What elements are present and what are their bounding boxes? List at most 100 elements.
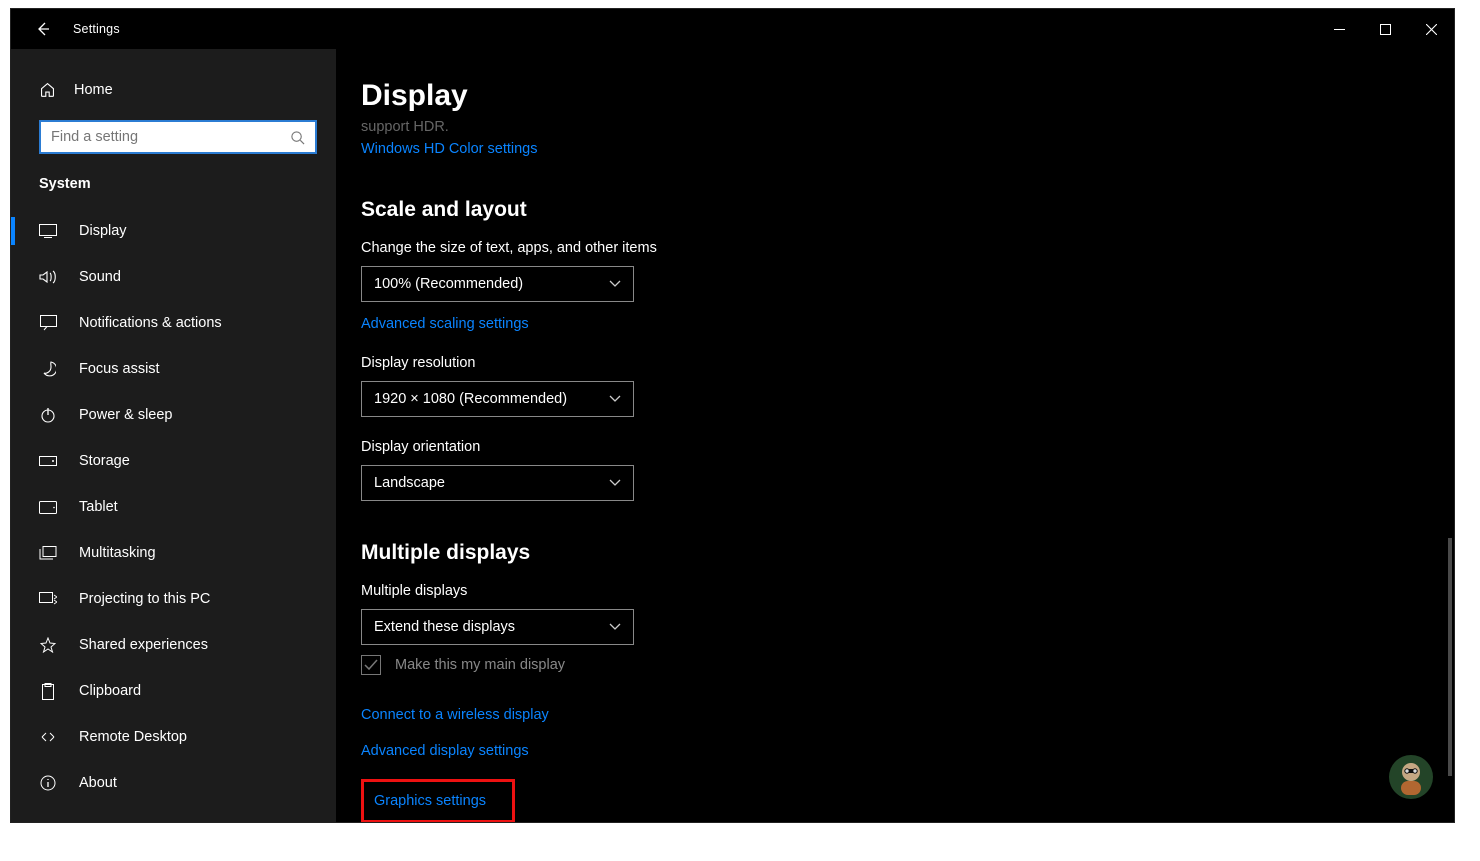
- minimize-icon: [1334, 24, 1345, 35]
- close-button[interactable]: [1408, 9, 1454, 49]
- hdr-color-settings-link[interactable]: Windows HD Color settings: [361, 141, 537, 157]
- sidebar-item-focus-assist[interactable]: Focus assist: [11, 346, 336, 392]
- sidebar-item-display[interactable]: Display: [11, 208, 336, 254]
- sidebar-item-shared-experiences[interactable]: Shared experiences: [11, 622, 336, 668]
- maximize-button[interactable]: [1362, 9, 1408, 49]
- chevron-down-icon: [609, 479, 621, 487]
- multitasking-icon: [39, 546, 57, 560]
- back-button[interactable]: [33, 19, 53, 39]
- sidebar-item-label: Shared experiences: [79, 637, 208, 653]
- window-title: Settings: [73, 22, 120, 36]
- resolution-value: 1920 × 1080 (Recommended): [374, 391, 567, 407]
- resolution-label: Display resolution: [361, 355, 1454, 371]
- about-icon: [39, 775, 57, 791]
- main-content: Display support HDR. Windows HD Color se…: [336, 49, 1454, 822]
- sidebar-item-power-sleep[interactable]: Power & sleep: [11, 392, 336, 438]
- arrow-left-icon: [35, 21, 51, 37]
- multiple-displays-block: Multiple displays Extend these displays: [361, 583, 1454, 645]
- minimize-button[interactable]: [1316, 9, 1362, 49]
- sidebar-item-label: Multitasking: [79, 545, 156, 561]
- sidebar-item-label: Tablet: [79, 499, 118, 515]
- scale-label: Change the size of text, apps, and other…: [361, 240, 1454, 256]
- remote-desktop-icon: [39, 729, 57, 745]
- sidebar-item-clipboard[interactable]: Clipboard: [11, 668, 336, 714]
- chevron-down-icon: [609, 395, 621, 403]
- scale-section-title: Scale and layout: [361, 198, 1454, 222]
- window-body: Home System Display Sound: [11, 49, 1454, 822]
- chevron-down-icon: [609, 623, 621, 631]
- search-input[interactable]: [51, 129, 290, 145]
- scale-value: 100% (Recommended): [374, 276, 523, 292]
- sidebar-item-storage[interactable]: Storage: [11, 438, 336, 484]
- search-container: [11, 120, 336, 154]
- sidebar-item-remote-desktop[interactable]: Remote Desktop: [11, 714, 336, 760]
- highlight-box: Graphics settings: [361, 779, 515, 822]
- settings-window: Settings Home: [10, 8, 1455, 823]
- focus-assist-icon: [39, 361, 57, 377]
- sound-icon: [39, 269, 57, 285]
- connect-wireless-display-link[interactable]: Connect to a wireless display: [361, 707, 549, 723]
- orientation-label: Display orientation: [361, 439, 1454, 455]
- scale-dropdown[interactable]: 100% (Recommended): [361, 266, 634, 302]
- sidebar-item-about[interactable]: About: [11, 760, 336, 806]
- sidebar-item-label: Power & sleep: [79, 407, 173, 423]
- graphics-settings-link[interactable]: Graphics settings: [374, 793, 486, 809]
- main-display-checkbox-label: Make this my main display: [395, 657, 565, 673]
- orientation-block: Display orientation Landscape: [361, 439, 1454, 501]
- sidebar-item-label: Clipboard: [79, 683, 141, 699]
- window-controls: [1316, 9, 1454, 49]
- multiple-displays-label: Multiple displays: [361, 583, 1454, 599]
- sidebar-nav: Display Sound Notifications & actions Fo…: [11, 208, 336, 822]
- scrollbar-thumb[interactable]: [1448, 538, 1452, 776]
- power-icon: [39, 407, 57, 423]
- resolution-dropdown[interactable]: 1920 × 1080 (Recommended): [361, 381, 634, 417]
- sidebar-item-notifications[interactable]: Notifications & actions: [11, 300, 336, 346]
- titlebar: Settings: [11, 9, 1454, 49]
- page-title: Display: [361, 79, 1454, 113]
- resolution-block: Display resolution 1920 × 1080 (Recommen…: [361, 355, 1454, 417]
- shared-experiences-icon: [39, 637, 57, 653]
- close-icon: [1426, 24, 1437, 35]
- advanced-scaling-link[interactable]: Advanced scaling settings: [361, 316, 529, 332]
- search-icon: [290, 130, 305, 145]
- sidebar-item-label: Sound: [79, 269, 121, 285]
- sidebar-item-label: Display: [79, 223, 127, 239]
- multiple-displays-dropdown[interactable]: Extend these displays: [361, 609, 634, 645]
- orientation-dropdown[interactable]: Landscape: [361, 465, 634, 501]
- orientation-value: Landscape: [374, 475, 445, 491]
- scale-block: Change the size of text, apps, and other…: [361, 240, 1454, 333]
- sidebar-item-projecting[interactable]: Projecting to this PC: [11, 576, 336, 622]
- display-links: Connect to a wireless display Advanced d…: [361, 707, 1454, 822]
- sidebar-item-sound[interactable]: Sound: [11, 254, 336, 300]
- home-label: Home: [74, 82, 113, 98]
- watermark-avatar: [1388, 754, 1434, 800]
- sidebar-item-tablet[interactable]: Tablet: [11, 484, 336, 530]
- titlebar-left: Settings: [11, 19, 120, 39]
- sidebar-item-label: About: [79, 775, 117, 791]
- hdr-truncated-text: support HDR.: [361, 119, 1454, 135]
- sidebar: Home System Display Sound: [11, 49, 336, 822]
- home-icon: [39, 81, 56, 98]
- scrollbar[interactable]: [1448, 154, 1452, 816]
- checkbox[interactable]: [361, 655, 381, 675]
- multiple-displays-section-title: Multiple displays: [361, 541, 1454, 565]
- advanced-display-settings-link[interactable]: Advanced display settings: [361, 743, 529, 759]
- maximize-icon: [1380, 24, 1391, 35]
- sidebar-item-label: Remote Desktop: [79, 729, 187, 745]
- notifications-icon: [39, 315, 57, 331]
- search-input-wrapper[interactable]: [39, 120, 317, 154]
- sidebar-item-multitasking[interactable]: Multitasking: [11, 530, 336, 576]
- storage-icon: [39, 456, 57, 466]
- sidebar-section-label: System: [11, 176, 336, 208]
- sidebar-item-label: Projecting to this PC: [79, 591, 210, 607]
- sidebar-item-label: Storage: [79, 453, 130, 469]
- main-display-checkbox-row[interactable]: Make this my main display: [361, 655, 1454, 675]
- clipboard-icon: [39, 683, 57, 700]
- tablet-icon: [39, 501, 57, 514]
- sidebar-item-label: Focus assist: [79, 361, 160, 377]
- chevron-down-icon: [609, 280, 621, 288]
- sidebar-item-label: Notifications & actions: [79, 315, 222, 331]
- home-button[interactable]: Home: [11, 73, 336, 106]
- checkmark-icon: [364, 659, 378, 671]
- display-icon: [39, 224, 57, 238]
